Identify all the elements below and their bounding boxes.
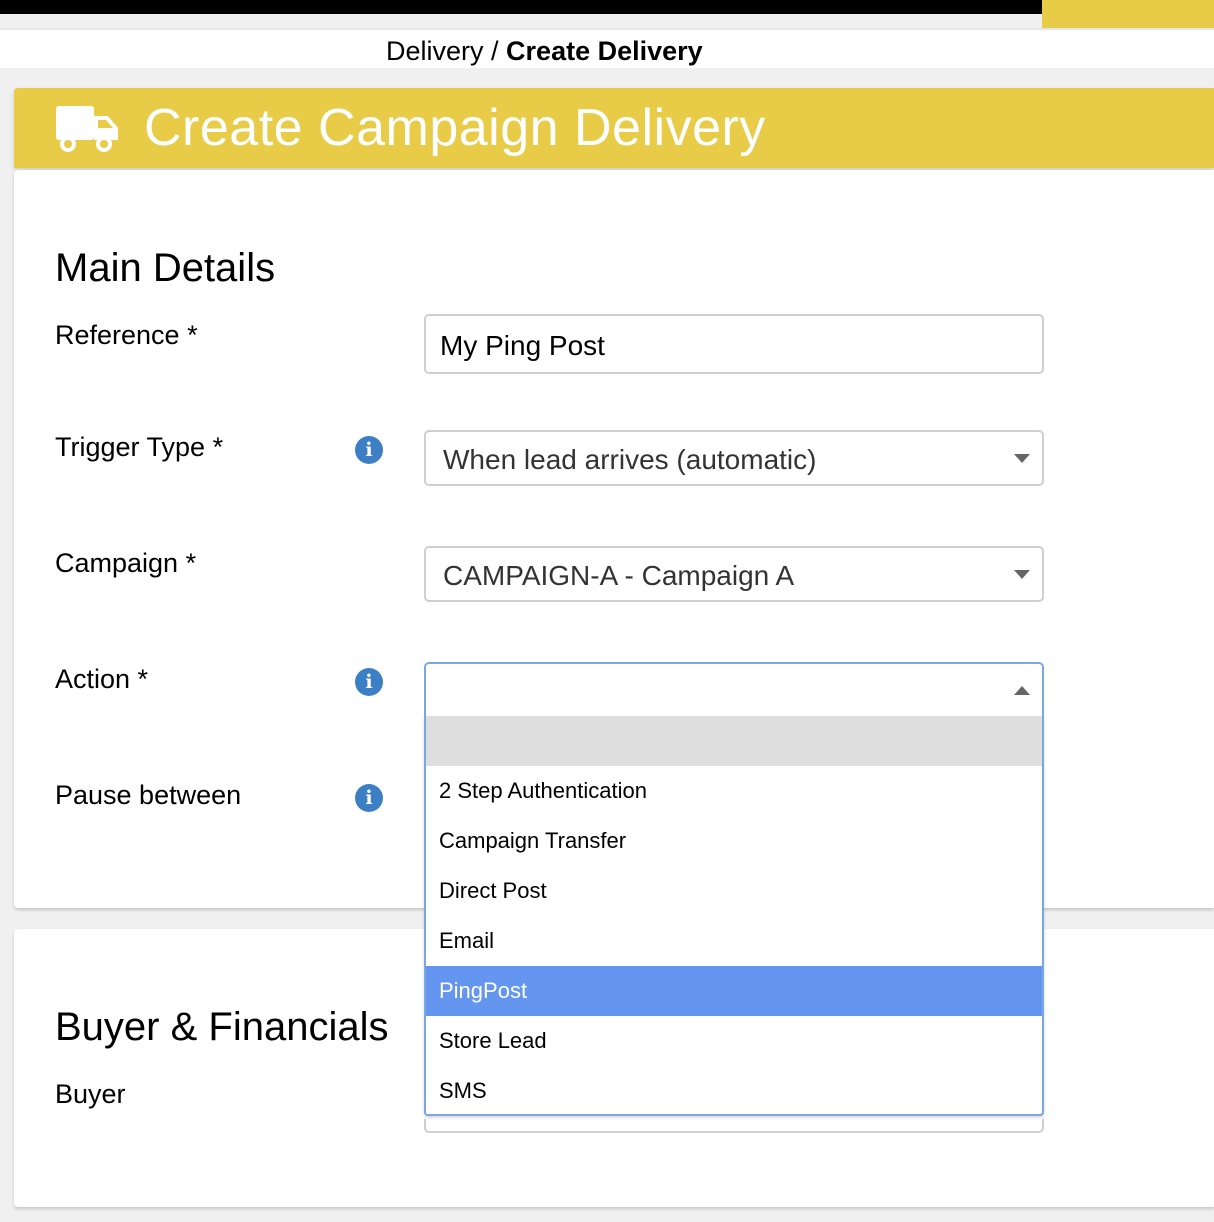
dropdown-option-sms[interactable]: SMS <box>426 1066 1042 1116</box>
buyer-financials-title: Buyer & Financials <box>55 1005 389 1049</box>
action-dropdown-list: 2 Step Authentication Campaign Transfer … <box>424 716 1044 1116</box>
pause-between-label: Pause between <box>55 780 242 810</box>
dropdown-option-store-lead[interactable]: Store Lead <box>426 1016 1042 1066</box>
top-bar <box>0 0 1042 14</box>
truck-icon <box>56 106 118 152</box>
trigger-type-value: When lead arrives (automatic) <box>443 444 817 475</box>
main-details-title: Main Details <box>55 246 276 290</box>
trigger-type-info-icon[interactable]: i <box>355 436 383 464</box>
dropdown-option-email[interactable]: Email <box>426 916 1042 966</box>
buyer-label: Buyer <box>55 1079 126 1109</box>
chevron-down-icon <box>1014 570 1030 579</box>
breadcrumb-separator: / <box>483 36 507 66</box>
pause-between-info-icon[interactable]: i <box>355 784 383 812</box>
dropdown-option-blank[interactable] <box>426 716 1042 766</box>
campaign-value: CAMPAIGN-A - Campaign A <box>443 560 795 591</box>
dropdown-option-campaign-transfer[interactable]: Campaign Transfer <box>426 816 1042 866</box>
dropdown-option-direct-post[interactable]: Direct Post <box>426 866 1042 916</box>
breadcrumb-bar: Delivery / Create Delivery <box>0 28 1214 68</box>
dropdown-option-pingpost[interactable]: PingPost <box>426 966 1042 1016</box>
action-select[interactable] <box>424 662 1044 718</box>
trigger-type-select[interactable]: When lead arrives (automatic) <box>424 430 1044 486</box>
breadcrumb: Delivery / Create Delivery <box>386 36 703 67</box>
chevron-down-icon <box>1014 454 1030 463</box>
campaign-select[interactable]: CAMPAIGN-A - Campaign A <box>424 546 1044 602</box>
trigger-type-label: Trigger Type * <box>55 432 224 462</box>
page-title: Create Campaign Delivery <box>144 99 766 157</box>
buyer-select[interactable] <box>424 1119 1044 1133</box>
chevron-up-icon <box>1014 686 1030 695</box>
reference-label: Reference * <box>55 320 198 350</box>
action-info-icon[interactable]: i <box>355 668 383 696</box>
reference-input[interactable]: My Ping Post <box>424 314 1044 374</box>
page-header: Create Campaign Delivery <box>14 88 1214 168</box>
top-bar-accent <box>1042 0 1214 28</box>
breadcrumb-current: Create Delivery <box>506 36 703 66</box>
breadcrumb-parent[interactable]: Delivery <box>386 36 484 66</box>
dropdown-option-2-step-authentication[interactable]: 2 Step Authentication <box>426 766 1042 816</box>
action-label: Action * <box>55 664 149 694</box>
campaign-label: Campaign * <box>55 548 197 578</box>
